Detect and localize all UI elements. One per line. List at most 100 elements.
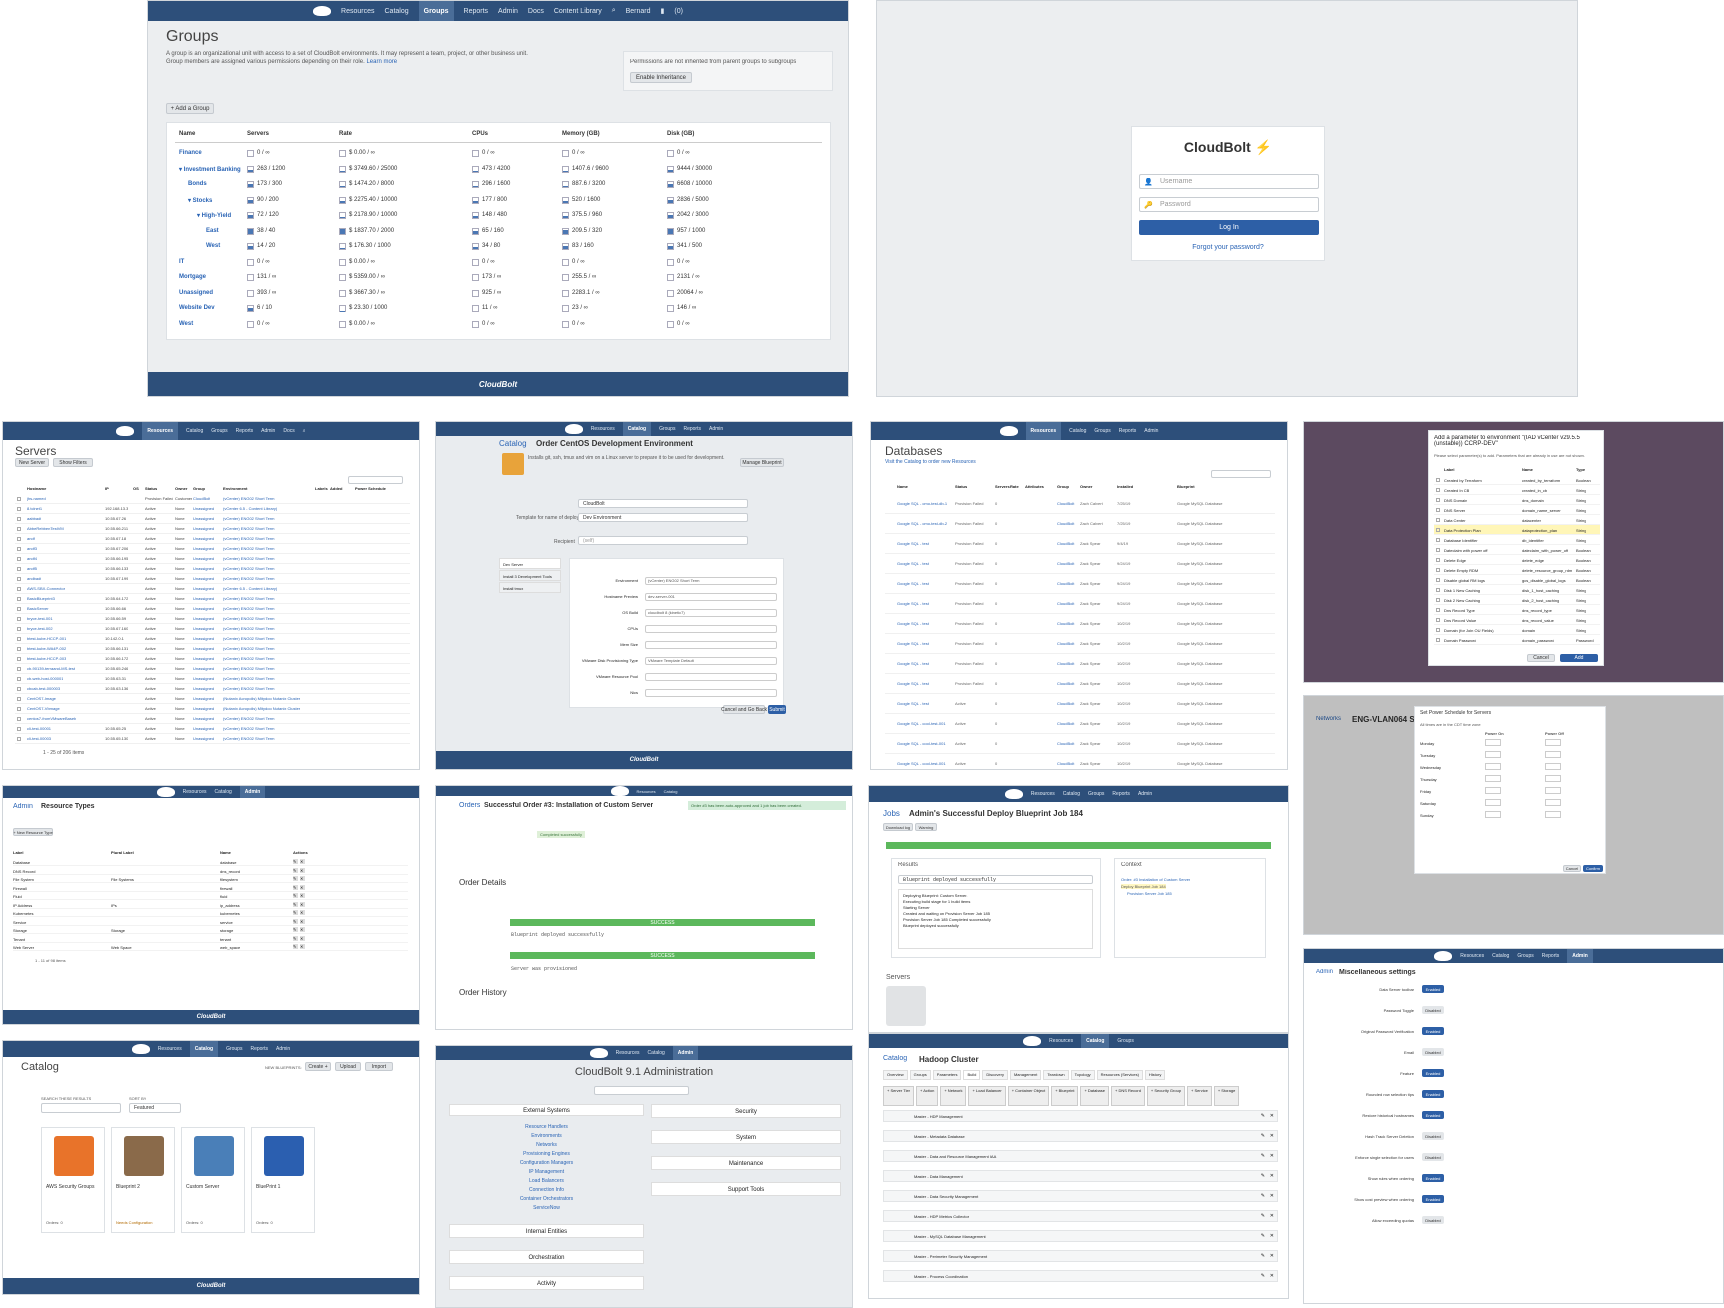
add-component-button[interactable]: + Container Object bbox=[1007, 1086, 1050, 1106]
delete-icon[interactable]: ✕ bbox=[300, 859, 305, 864]
power-on-select[interactable] bbox=[1485, 811, 1501, 818]
table-row[interactable]: Delete Empty RDM delete_resource_group_rd… bbox=[1434, 565, 1600, 575]
setting-toggle[interactable]: Enabled bbox=[1422, 1111, 1444, 1119]
nav-resources[interactable]: Resources bbox=[341, 8, 374, 15]
setting-toggle[interactable]: Disabled bbox=[1422, 1006, 1444, 1014]
nav-admin[interactable]: Admin bbox=[709, 426, 723, 432]
admin-link[interactable]: Resource Handlers bbox=[449, 1124, 644, 1130]
learn-more-link[interactable]: Learn more bbox=[366, 59, 397, 65]
edit-icon[interactable]: ✎ bbox=[1261, 1253, 1265, 1259]
table-row[interactable]: aabbadf 10.55.67.26 Active None Unassigned (v… bbox=[15, 514, 410, 524]
nav-reports[interactable]: Reports bbox=[250, 1046, 268, 1052]
group-name-link[interactable]: Website Dev bbox=[179, 305, 215, 311]
table-row[interactable]: CentOS7-Image Active None Unassigned (Nutani… bbox=[15, 694, 410, 704]
row-checkbox[interactable] bbox=[1436, 478, 1440, 482]
nav-admin[interactable]: Admin bbox=[1567, 949, 1593, 963]
table-cell[interactable]: Google SQL - cool-test-001 bbox=[897, 741, 946, 746]
column-header[interactable]: IP bbox=[105, 486, 109, 491]
column-header[interactable]: Owner bbox=[1080, 484, 1092, 489]
group-select[interactable]: CloudBolt bbox=[578, 499, 748, 508]
table-row[interactable]: Google SQL - test Provision Failed 0 CloudB… bbox=[885, 654, 1275, 674]
username-field[interactable]: Username bbox=[1139, 174, 1319, 189]
row-checkbox[interactable] bbox=[17, 507, 21, 511]
cloudbolt-logo-icon[interactable] bbox=[1023, 1036, 1042, 1046]
upload-button[interactable]: Upload bbox=[335, 1062, 361, 1071]
tab-item[interactable]: Management bbox=[1009, 1070, 1042, 1080]
row-checkbox[interactable] bbox=[1436, 638, 1440, 642]
build-item[interactable]: Master - Process Coordination ✎ ✕ bbox=[883, 1270, 1278, 1282]
breadcrumb[interactable]: Jobs bbox=[883, 809, 900, 818]
bookmark-icon[interactable]: ▮ bbox=[661, 7, 665, 15]
row-checkbox[interactable] bbox=[17, 557, 21, 561]
table-cell[interactable]: cli-test-00001 bbox=[27, 726, 51, 731]
table-cell[interactable]: Unassigned bbox=[193, 626, 214, 631]
nav-admin[interactable]: Admin bbox=[498, 8, 518, 15]
table-row[interactable]: DNS Domain dns_domain String bbox=[1434, 495, 1600, 505]
column-header[interactable]: Labels bbox=[315, 486, 328, 491]
nav-catalog[interactable]: Catalog bbox=[1081, 1034, 1110, 1048]
row-checkbox[interactable] bbox=[17, 517, 21, 521]
row-checkbox[interactable] bbox=[1436, 568, 1440, 572]
table-row[interactable]: Dateclaim with power off dateclaim_with_p… bbox=[1434, 545, 1600, 555]
cloudbolt-logo-icon[interactable] bbox=[313, 6, 332, 16]
table-row[interactable]: cb-90139-terraand-MS-test 10.55.65.246 Act… bbox=[15, 664, 410, 674]
table-row[interactable]: andf5 10.55.66.133 Active None Unassigned (vC… bbox=[15, 564, 410, 574]
search-icon[interactable]: ⌕ bbox=[303, 428, 306, 434]
search-icon[interactable]: ⌕ bbox=[612, 7, 616, 15]
cancel-button[interactable]: Cancel bbox=[1563, 865, 1581, 872]
nav-catalog[interactable]: Catalog bbox=[189, 1041, 219, 1057]
table-row[interactable]: Database Identifier db_identifier String bbox=[1434, 535, 1600, 545]
nav-admin[interactable]: Admin bbox=[276, 1046, 290, 1052]
table-cell[interactable]: AbbeRebbenTestVM bbox=[27, 526, 64, 531]
delete-icon[interactable]: ✕ bbox=[300, 867, 305, 873]
table-row[interactable]: bryce-test-001 10.55.66.59 Active None Unass… bbox=[15, 614, 410, 624]
tab-item[interactable]: Overview bbox=[883, 1070, 908, 1080]
table-row[interactable]: BasicBlueprint3 10.55.64.172 Active None Una… bbox=[15, 594, 410, 604]
setting-toggle[interactable]: Disabled bbox=[1422, 1153, 1444, 1161]
nav-reports[interactable]: Reports bbox=[236, 428, 254, 434]
admin-link[interactable]: Provisioning Engines bbox=[449, 1151, 644, 1157]
row-checkbox[interactable] bbox=[17, 707, 21, 711]
row-checkbox[interactable] bbox=[1436, 518, 1440, 522]
confirm-button[interactable]: Confirm bbox=[1583, 865, 1603, 872]
table-cell[interactable]: Unassigned bbox=[193, 576, 214, 581]
table-row[interactable]: Created In CB created_in_cb String bbox=[1434, 485, 1600, 495]
table-row[interactable]: Google SQL - test Provision Failed 0 CloudB… bbox=[885, 554, 1275, 574]
row-checkbox[interactable] bbox=[1436, 508, 1440, 512]
column-header[interactable]: Servers bbox=[995, 484, 1010, 489]
table-cell[interactable]: Unassigned bbox=[193, 526, 214, 531]
download-log-button[interactable]: Download log bbox=[883, 823, 913, 831]
power-off-select[interactable] bbox=[1545, 811, 1561, 818]
setting-toggle[interactable]: Disabled bbox=[1422, 1216, 1444, 1224]
table-row[interactable]: cb-web-host-000001 10.55.63.31 Active None U… bbox=[15, 674, 410, 684]
row-checkbox[interactable] bbox=[17, 647, 21, 651]
edit-icon[interactable]: ✎ bbox=[293, 893, 298, 898]
delete-icon[interactable]: ✕ bbox=[300, 935, 305, 941]
row-checkbox[interactable] bbox=[1436, 548, 1440, 552]
group-name-link[interactable]: ▾ Stocks bbox=[188, 197, 212, 204]
row-checkbox[interactable] bbox=[17, 617, 21, 621]
table-cell[interactable]: CloudBolt bbox=[193, 496, 210, 501]
table-cell[interactable]: Google MySQL Database bbox=[1177, 501, 1222, 506]
nav-reports[interactable]: Reports bbox=[683, 426, 701, 432]
table-cell[interactable]: CloudBolt bbox=[1057, 521, 1074, 526]
power-on-select[interactable] bbox=[1485, 787, 1501, 794]
column-header[interactable]: Label bbox=[13, 850, 23, 855]
column-header[interactable]: Group bbox=[1057, 484, 1069, 489]
table-cell[interactable]: Google MySQL Database bbox=[1177, 761, 1222, 766]
table-cell[interactable]: CloudBolt bbox=[1057, 641, 1074, 646]
build-item[interactable]: Master - Metadata Database ✎ ✕ bbox=[883, 1130, 1278, 1142]
column-header[interactable]: Rate bbox=[1010, 484, 1019, 489]
table-row[interactable]: Google SQL - test Provision Failed 0 CloudB… bbox=[885, 594, 1275, 614]
template-input[interactable]: Dev Environment bbox=[578, 513, 748, 522]
table-cell[interactable]: Google SQL - test bbox=[897, 581, 929, 586]
forgot-password-link[interactable]: Forgot your password? bbox=[1132, 244, 1324, 251]
field-input[interactable]: VMware Template Default bbox=[645, 657, 777, 665]
field-input[interactable]: cloudbolt 8 (kinetic7) bbox=[645, 609, 777, 617]
tab-item[interactable]: Groups bbox=[909, 1070, 931, 1080]
table-cell[interactable]: CloudBolt bbox=[1057, 741, 1074, 746]
power-on-select[interactable] bbox=[1485, 799, 1501, 806]
nav-groups[interactable]: Groups bbox=[1094, 428, 1110, 434]
table-cell[interactable]: Unassigned bbox=[193, 706, 214, 711]
table-cell[interactable]: Google MySQL Database bbox=[1177, 521, 1222, 526]
